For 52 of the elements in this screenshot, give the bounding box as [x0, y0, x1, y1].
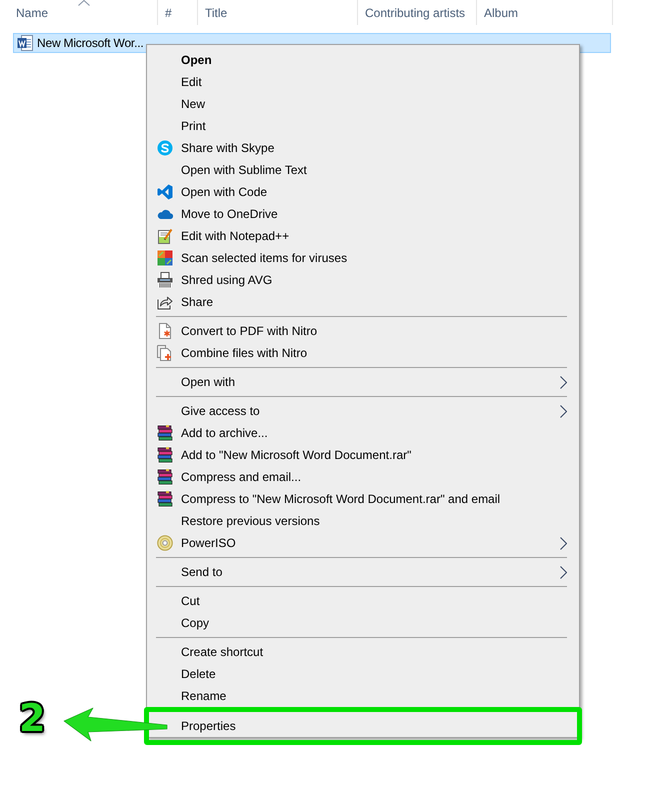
column-header[interactable]: Title: [198, 0, 358, 25]
menu-item[interactable]: Give access to: [147, 400, 579, 422]
chevron-right-icon: [560, 566, 567, 578]
column-header[interactable]: Name: [0, 0, 158, 25]
menu-item[interactable]: Open with: [147, 371, 579, 393]
menu-item[interactable]: Add to archive...: [147, 422, 579, 444]
menu-item[interactable]: Share: [147, 291, 579, 313]
document-icon: [17, 35, 33, 51]
menu-item[interactable]: Properties: [149, 712, 577, 740]
menu-item[interactable]: Print: [147, 115, 579, 137]
disc-icon: [157, 535, 173, 551]
menu-item[interactable]: Shred using AVG: [147, 269, 579, 291]
books-stack-icon: [157, 469, 173, 485]
notepad-icon: [157, 228, 173, 244]
chevron-right-icon: [560, 404, 567, 418]
books-stack-icon: [157, 425, 173, 441]
books-stack-icon: [157, 491, 173, 507]
menu-item[interactable]: Restore previous versions: [147, 510, 579, 532]
menu-item[interactable]: Scan selected items for viruses: [147, 247, 579, 269]
menu-item[interactable]: Delete: [147, 663, 579, 685]
chevron-right-icon: [560, 376, 567, 388]
chevron-right-icon: [560, 536, 567, 550]
menu-item[interactable]: Open with Code: [147, 181, 579, 203]
menu-item[interactable]: Compress and email...: [147, 466, 579, 488]
share-icon: [157, 294, 173, 310]
menu-item[interactable]: Create shortcut: [147, 641, 579, 663]
menu-item[interactable]: Move to OneDrive: [147, 203, 579, 225]
menu-item[interactable]: Share with Skype: [147, 137, 579, 159]
menu-item[interactable]: Edit with Notepad++: [147, 225, 579, 247]
menu-item[interactable]: Copy: [147, 612, 579, 634]
tiles-icon: [157, 250, 173, 266]
menu-item[interactable]: Edit: [147, 71, 579, 93]
column-header[interactable]: Album: [477, 0, 613, 25]
round-logo-icon: [157, 140, 173, 156]
documents-plus-icon: [157, 345, 173, 361]
books-stack-icon: [157, 447, 173, 463]
document-star-icon: [157, 323, 173, 339]
menu-item[interactable]: Combine files with Nitro: [147, 342, 579, 364]
column-header[interactable]: #: [158, 0, 198, 25]
menu-item[interactable]: Compress to "New Microsoft Word Document.rar" and email: [147, 488, 579, 510]
step-number: 2: [19, 699, 46, 737]
menu-item[interactable]: New: [147, 93, 579, 115]
menu-item[interactable]: Add to "New Microsoft Word Document.rar": [147, 444, 579, 466]
shredder-icon: [157, 272, 173, 288]
menu-item[interactable]: Rename: [147, 685, 579, 707]
ribbon-logo-icon: [157, 184, 173, 200]
menu-item[interactable]: PowerISO: [147, 532, 579, 554]
menu-item[interactable]: Send to: [147, 561, 579, 583]
menu-item[interactable]: Open with Sublime Text: [147, 159, 579, 181]
column-header[interactable]: Contributing artists: [358, 0, 477, 25]
menu-item[interactable]: Convert to PDF with Nitro: [147, 320, 579, 342]
menu-item[interactable]: Cut: [147, 590, 579, 612]
